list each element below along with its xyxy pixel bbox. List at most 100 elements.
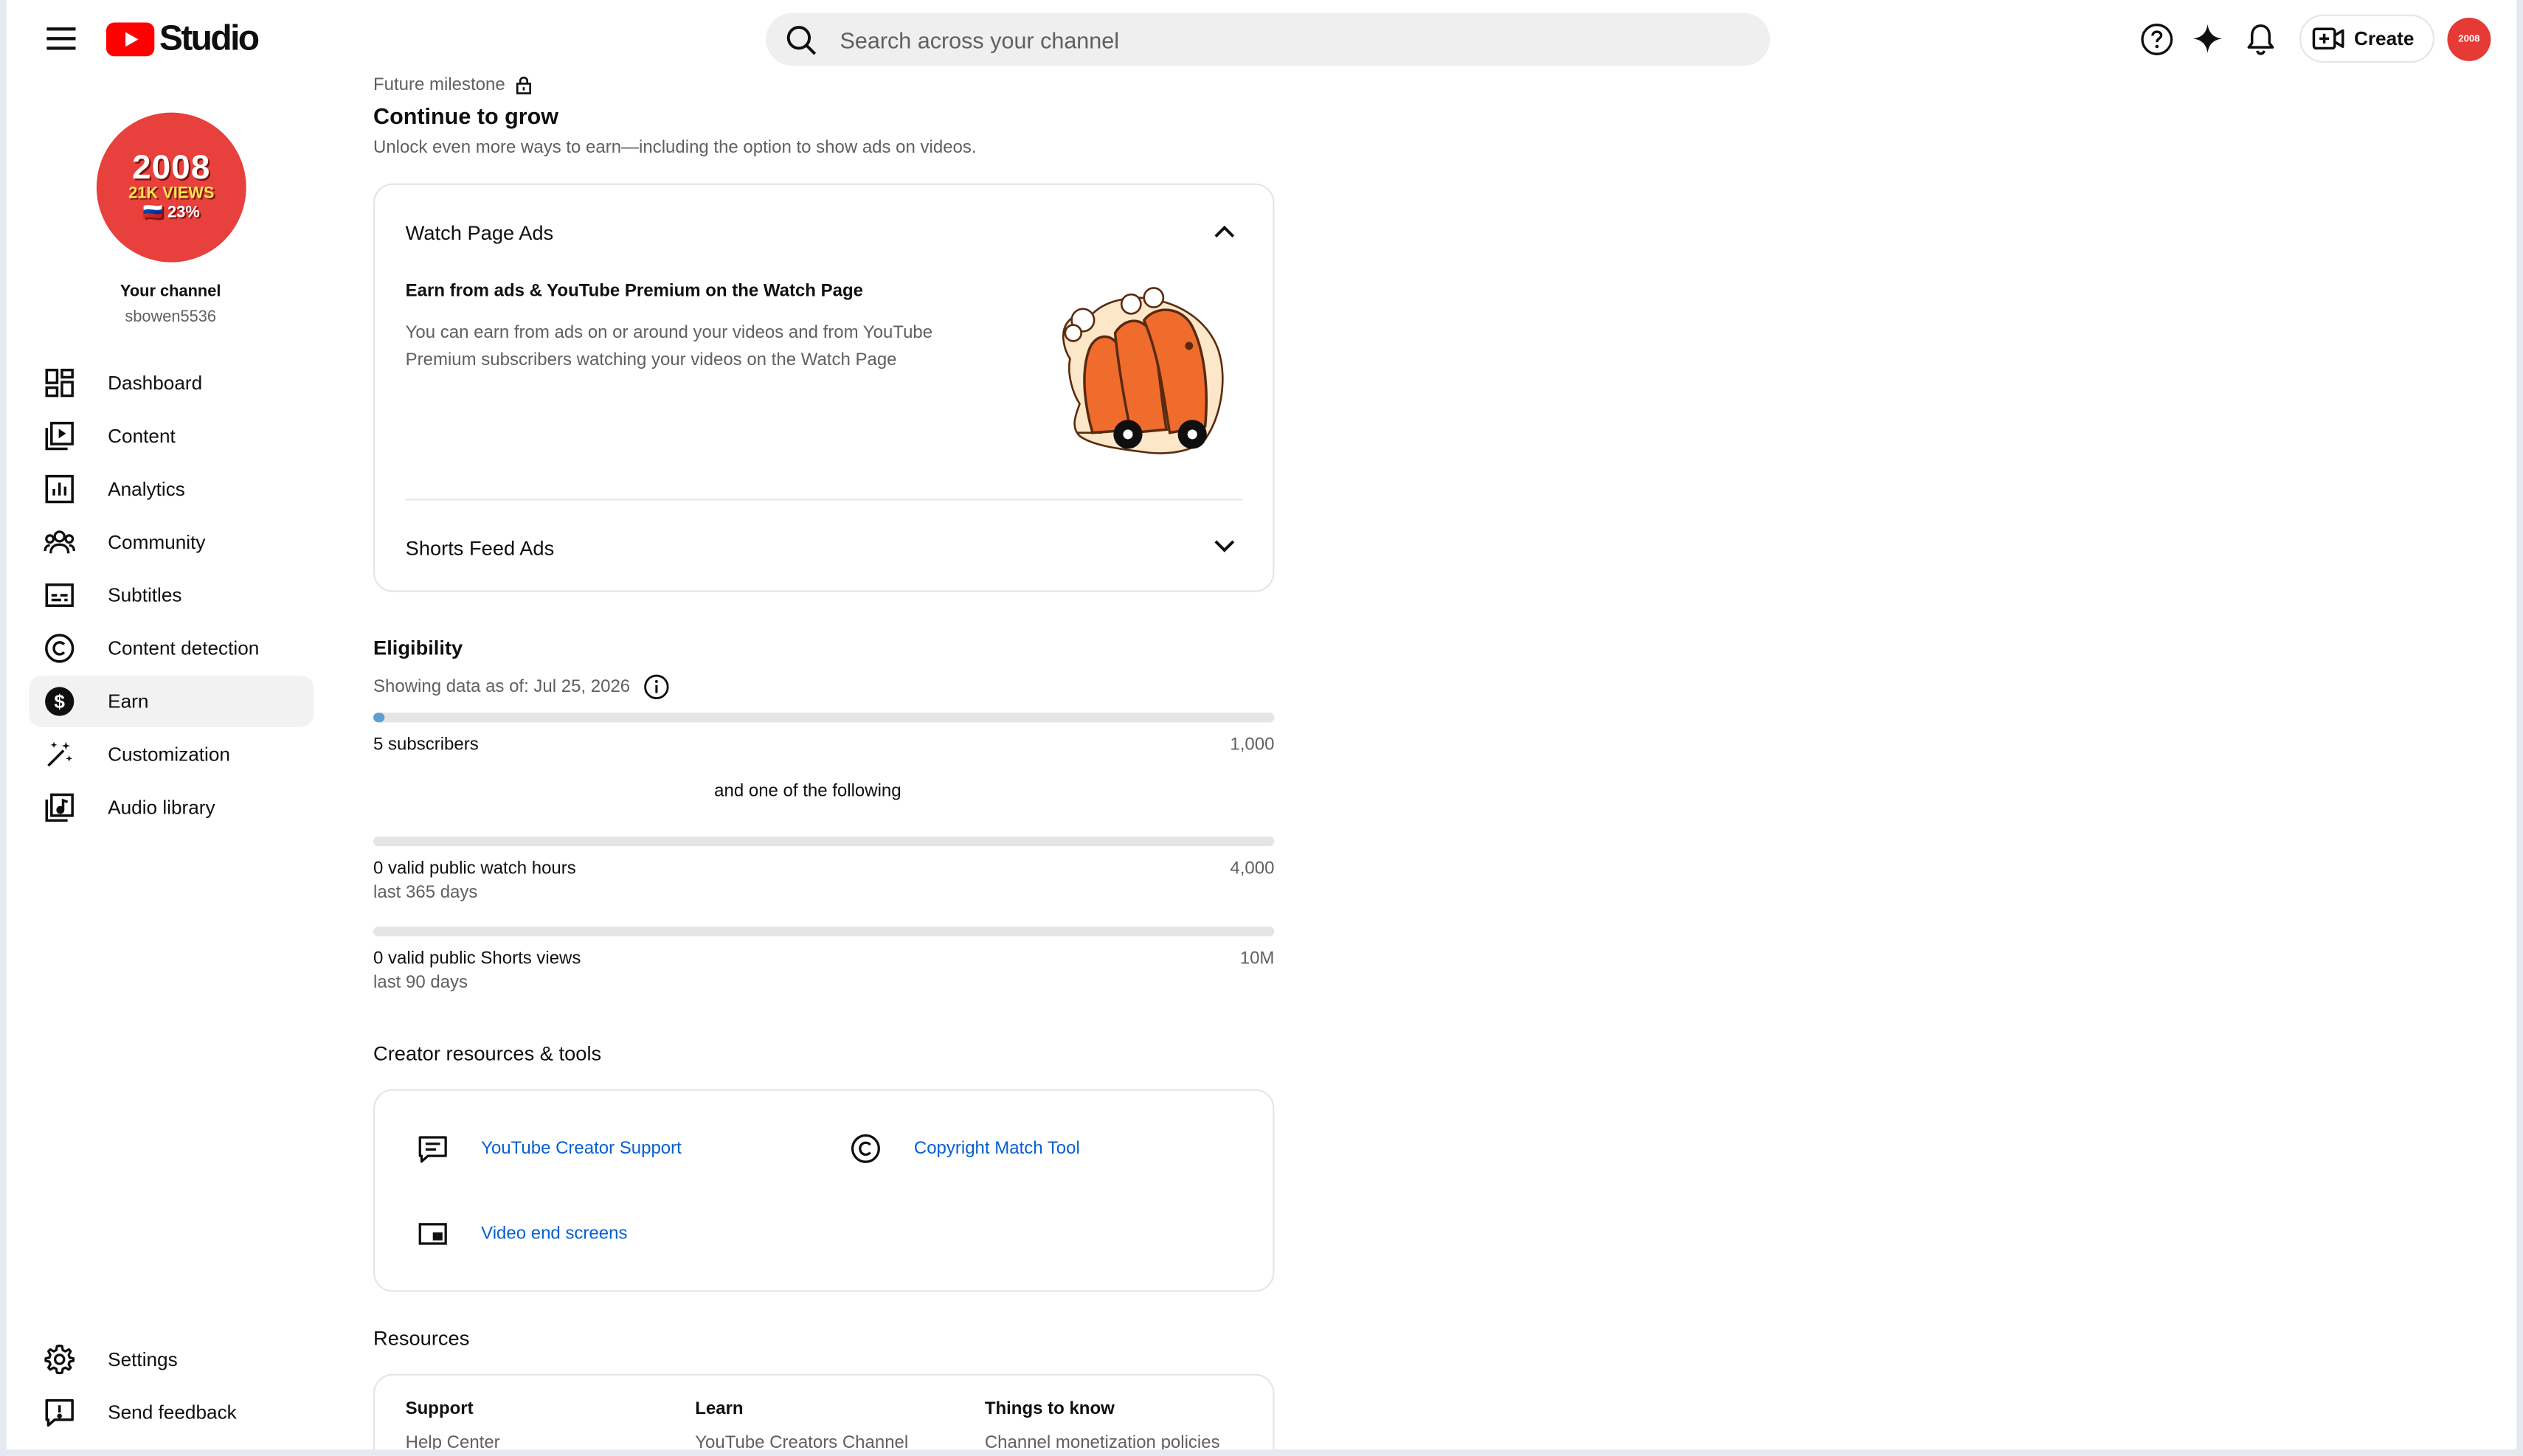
resources-heading: Learn (695, 1399, 744, 1419)
milestone-description: Unlock even more ways to earn—including … (373, 138, 977, 158)
watch-page-ads-title: Watch Page Ads (405, 221, 554, 245)
magic-wand-icon (44, 738, 76, 771)
watch-page-ads-body: You can earn from ads on or around your … (405, 323, 933, 370)
shorts-views-progress-bar (373, 926, 1275, 937)
sidebar-item-label: Dashboard (108, 371, 203, 395)
menu-icon (46, 27, 76, 50)
help-icon (2140, 22, 2173, 55)
resources-column-support: Support Help Center (405, 1399, 500, 1450)
collapse-button[interactable] (1210, 217, 1239, 246)
or-following-text: and one of the following (714, 782, 901, 802)
watch-hours-label: 0 valid public watch hours (373, 859, 576, 878)
sidebar-item-label: Analytics (108, 477, 185, 501)
create-label: Create (2353, 27, 2415, 50)
sidebar-item-earn[interactable]: $ Earn (29, 676, 314, 727)
sidebar-item-settings[interactable]: Settings (29, 1334, 314, 1385)
resources-title: Resources (373, 1327, 470, 1350)
tool-end-screens[interactable]: Video end screens (417, 1218, 627, 1250)
resources-column-learn: Learn YouTube Creators Channel (695, 1399, 908, 1450)
help-button[interactable] (2133, 16, 2178, 61)
milestone-title: Continue to grow (373, 103, 559, 129)
content-icon (44, 420, 76, 452)
notifications-button[interactable] (2238, 16, 2283, 61)
copyright-icon (44, 632, 76, 665)
sidebar-item-label: Earn (108, 690, 149, 713)
tool-copyright-match[interactable]: Copyright Match Tool (850, 1132, 1080, 1165)
sidebar-item-label: Audio library (108, 796, 215, 819)
resources-link[interactable]: Channel monetization policies (985, 1433, 1220, 1449)
bell-icon (2247, 24, 2274, 55)
subscribers-progress-bar (373, 713, 1275, 723)
eligibility-date: Showing data as of: Jul 25, 2026 (373, 677, 631, 697)
subscribers-count: 5 subscribers (373, 735, 479, 755)
sidebar-item-label: Community (108, 530, 206, 554)
info-icon[interactable] (643, 674, 669, 700)
watch-hours-progress-bar (373, 836, 1275, 847)
sidebar-item-label: Customization (108, 743, 230, 766)
ai-sparkle-button[interactable] (2185, 16, 2230, 61)
milestone-label: Future milestone (373, 75, 505, 95)
logo-text: Studio (159, 17, 260, 58)
hamburger-menu-button[interactable] (35, 13, 87, 64)
watch-hours-period: last 365 days (373, 883, 478, 903)
resources-link[interactable]: YouTube Creators Channel (695, 1433, 908, 1449)
search-input[interactable] (840, 26, 1677, 52)
studio-logo[interactable]: Studio (105, 17, 260, 60)
sidebar-item-community[interactable]: Community (29, 516, 314, 568)
subscribers-progress-fill (373, 713, 384, 723)
community-icon (44, 526, 76, 558)
search-bar[interactable] (766, 13, 1771, 66)
channel-avatar-line1: 2008 (132, 149, 211, 187)
resources-heading: Support (405, 1399, 474, 1419)
channel-avatar-line2: 21K VIEWS (128, 184, 215, 203)
dashboard-icon (44, 367, 76, 399)
channel-avatar-line3: 🇷🇺 23% (142, 204, 200, 222)
create-button[interactable]: Create (2299, 14, 2435, 63)
resources-card: Support Help Center Learn YouTube Creato… (373, 1373, 1275, 1450)
channel-title: Your channel (120, 282, 221, 301)
message-icon (418, 1136, 447, 1163)
channel-avatar[interactable]: 2008 21K VIEWS 🇷🇺 23% (96, 112, 246, 263)
sidebar-item-dashboard[interactable]: Dashboard (29, 357, 314, 409)
sidebar-item-send-feedback[interactable]: Send feedback (29, 1387, 314, 1438)
shorts-views-period: last 90 days (373, 973, 468, 993)
search-icon (786, 25, 817, 55)
sidebar-item-analytics[interactable]: Analytics (29, 463, 314, 515)
audio-library-icon (44, 791, 76, 824)
sidebar-item-subtitles[interactable]: Subtitles (29, 569, 314, 621)
tool-creator-support[interactable]: YouTube Creator Support (417, 1132, 682, 1165)
tools-title: Creator resources & tools (373, 1042, 602, 1065)
shorts-views-target: 10M (1239, 949, 1275, 969)
account-avatar[interactable]: 2008 (2447, 17, 2491, 61)
subscribers-target: 1,000 (1230, 735, 1275, 755)
end-screens-link[interactable]: Video end screens (481, 1224, 627, 1244)
sparkle-icon (2193, 24, 2223, 53)
resources-link[interactable]: Help Center (406, 1433, 500, 1449)
sidebar-item-label: Settings (108, 1348, 178, 1371)
creator-support-link[interactable]: YouTube Creator Support (481, 1139, 682, 1158)
end-screen-icon (418, 1223, 447, 1245)
sidebar-item-content-detection[interactable]: Content detection (29, 623, 314, 674)
sidebar-item-audio-library[interactable]: Audio library (29, 782, 314, 833)
watch-page-ads-header[interactable]: Watch Page Ads (406, 219, 554, 248)
account-avatar-text: 2008 (2458, 34, 2480, 44)
shorts-feed-ads-header[interactable]: Shorts Feed Ads (406, 534, 555, 563)
feedback-icon (44, 1396, 76, 1429)
subtitles-icon (44, 579, 76, 611)
expand-button[interactable] (1210, 531, 1239, 560)
eligibility-date-row: Showing data as of: Jul 25, 2026 (373, 674, 669, 700)
watch-page-ads-subtitle: Earn from ads & YouTube Premium on the W… (405, 281, 863, 301)
lock-icon (516, 76, 531, 94)
sidebar-item-label: Send feedback (108, 1401, 237, 1424)
copyright-match-link[interactable]: Copyright Match Tool (914, 1139, 1080, 1158)
sidebar-item-customization[interactable]: Customization (29, 729, 314, 780)
sidebar-item-label: Content (108, 424, 176, 448)
eligibility-title: Eligibility (373, 637, 463, 660)
youtube-logo-icon (105, 21, 155, 56)
gear-icon (44, 1343, 76, 1376)
sidebar-item-label: Content detection (108, 637, 260, 660)
studio-window: Studio Create 2008 2008 21K VIEWS 🇷🇺 23%… (0, 0, 2523, 1456)
creator-car-illustration (1038, 285, 1228, 462)
sidebar-item-content[interactable]: Content (29, 410, 314, 462)
chevron-up-icon (1214, 225, 1235, 238)
